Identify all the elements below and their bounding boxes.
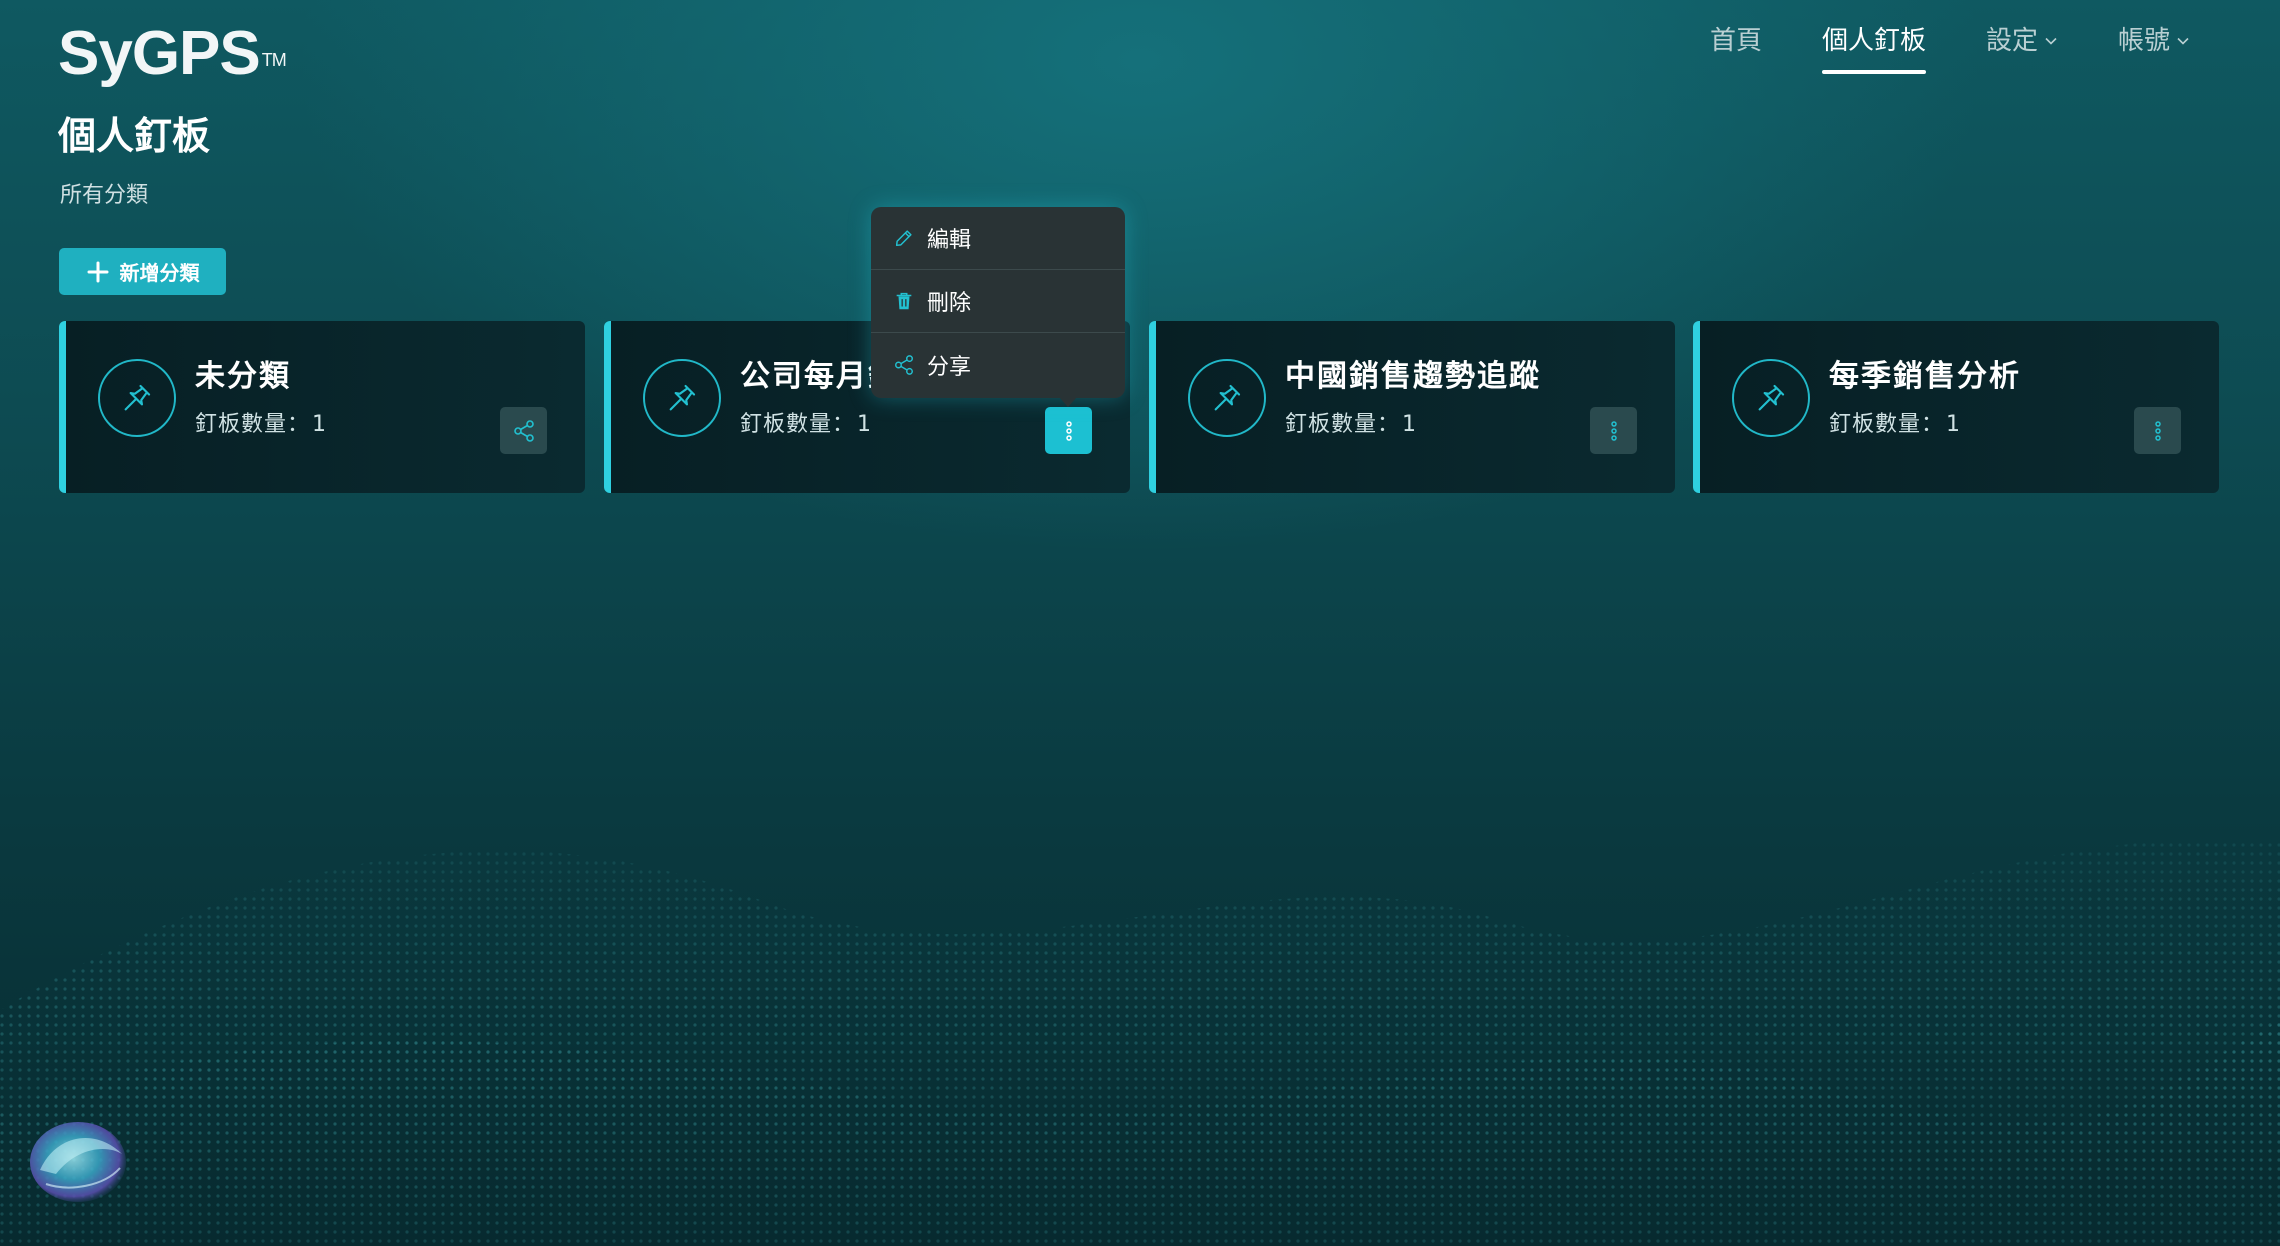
nav-account[interactable]: 帳號 bbox=[2088, 20, 2220, 80]
pin-icon bbox=[124, 384, 151, 411]
logo-trademark: TM bbox=[261, 50, 287, 70]
category-title: 每季銷售分析 bbox=[1829, 359, 2021, 394]
more-vertical-icon bbox=[1610, 420, 1617, 441]
pin-icon-circle bbox=[98, 359, 176, 437]
menu-item-share[interactable]: 分享 bbox=[871, 333, 1125, 396]
logo[interactable]: SyGPS TM bbox=[58, 18, 287, 90]
more-options-button[interactable] bbox=[1590, 407, 1637, 454]
pin-icon bbox=[669, 384, 696, 411]
pin-icon-circle bbox=[643, 359, 721, 437]
pin-count: 釘板數量：1 bbox=[740, 412, 873, 437]
breadcrumb: 所有分類 bbox=[60, 183, 149, 208]
category-cards: 未分類 釘板數量：1 公司每月銷售 釘板數量：1 中國銷售趨勢追蹤 釘板數量：1… bbox=[59, 321, 2219, 493]
pin-icon bbox=[1758, 384, 1785, 411]
menu-item-label: 刪除 bbox=[927, 291, 972, 316]
pin-icon bbox=[1214, 384, 1241, 411]
edit-icon bbox=[895, 230, 912, 247]
category-title: 未分類 bbox=[195, 359, 291, 394]
nav-personal-pinboard[interactable]: 個人釘板 bbox=[1792, 20, 1956, 80]
card-context-menu: 編輯 刪除 分享 bbox=[871, 207, 1125, 407]
chevron-down-icon bbox=[2045, 37, 2057, 45]
share-icon bbox=[513, 419, 534, 442]
pin-icon-circle bbox=[1188, 359, 1266, 437]
pin-icon-circle bbox=[1732, 359, 1810, 437]
menu-item-delete[interactable]: 刪除 bbox=[871, 270, 1125, 333]
assistant-orb-icon[interactable] bbox=[26, 1114, 132, 1208]
more-options-button[interactable] bbox=[1045, 407, 1092, 454]
trash-icon bbox=[896, 292, 912, 310]
category-card[interactable]: 中國銷售趨勢追蹤 釘板數量：1 bbox=[1149, 321, 1675, 493]
pin-count: 釘板數量：1 bbox=[195, 412, 328, 437]
share-button[interactable] bbox=[500, 407, 547, 454]
category-card[interactable]: 每季銷售分析 釘板數量：1 bbox=[1693, 321, 2219, 493]
category-title: 中國銷售趨勢追蹤 bbox=[1285, 359, 1541, 394]
page-title: 個人釘板 bbox=[58, 114, 211, 158]
pin-count: 釘板數量：1 bbox=[1285, 412, 1418, 437]
more-vertical-icon bbox=[2154, 420, 2161, 441]
menu-item-label: 分享 bbox=[927, 354, 972, 380]
add-category-button[interactable]: 新增分類 bbox=[59, 248, 226, 295]
plus-icon bbox=[87, 261, 108, 282]
chevron-down-icon bbox=[2177, 37, 2189, 45]
background-wave bbox=[0, 838, 2280, 1246]
add-category-label: 新增分類 bbox=[119, 261, 200, 285]
more-vertical-icon bbox=[1065, 420, 1072, 441]
pin-count: 釘板數量：1 bbox=[1829, 412, 1962, 437]
more-options-button[interactable] bbox=[2134, 407, 2181, 454]
share-icon bbox=[895, 354, 913, 375]
menu-item-edit[interactable]: 編輯 bbox=[871, 207, 1125, 270]
category-card[interactable]: 未分類 釘板數量：1 bbox=[59, 321, 585, 493]
nav-home[interactable]: 首頁 bbox=[1680, 20, 1792, 80]
nav-settings[interactable]: 設定 bbox=[1956, 20, 2088, 80]
top-nav: 首頁 個人釘板 設定 帳號 bbox=[1680, 20, 2220, 80]
menu-item-label: 編輯 bbox=[927, 228, 972, 253]
logo-text: SyGPS bbox=[58, 19, 261, 88]
